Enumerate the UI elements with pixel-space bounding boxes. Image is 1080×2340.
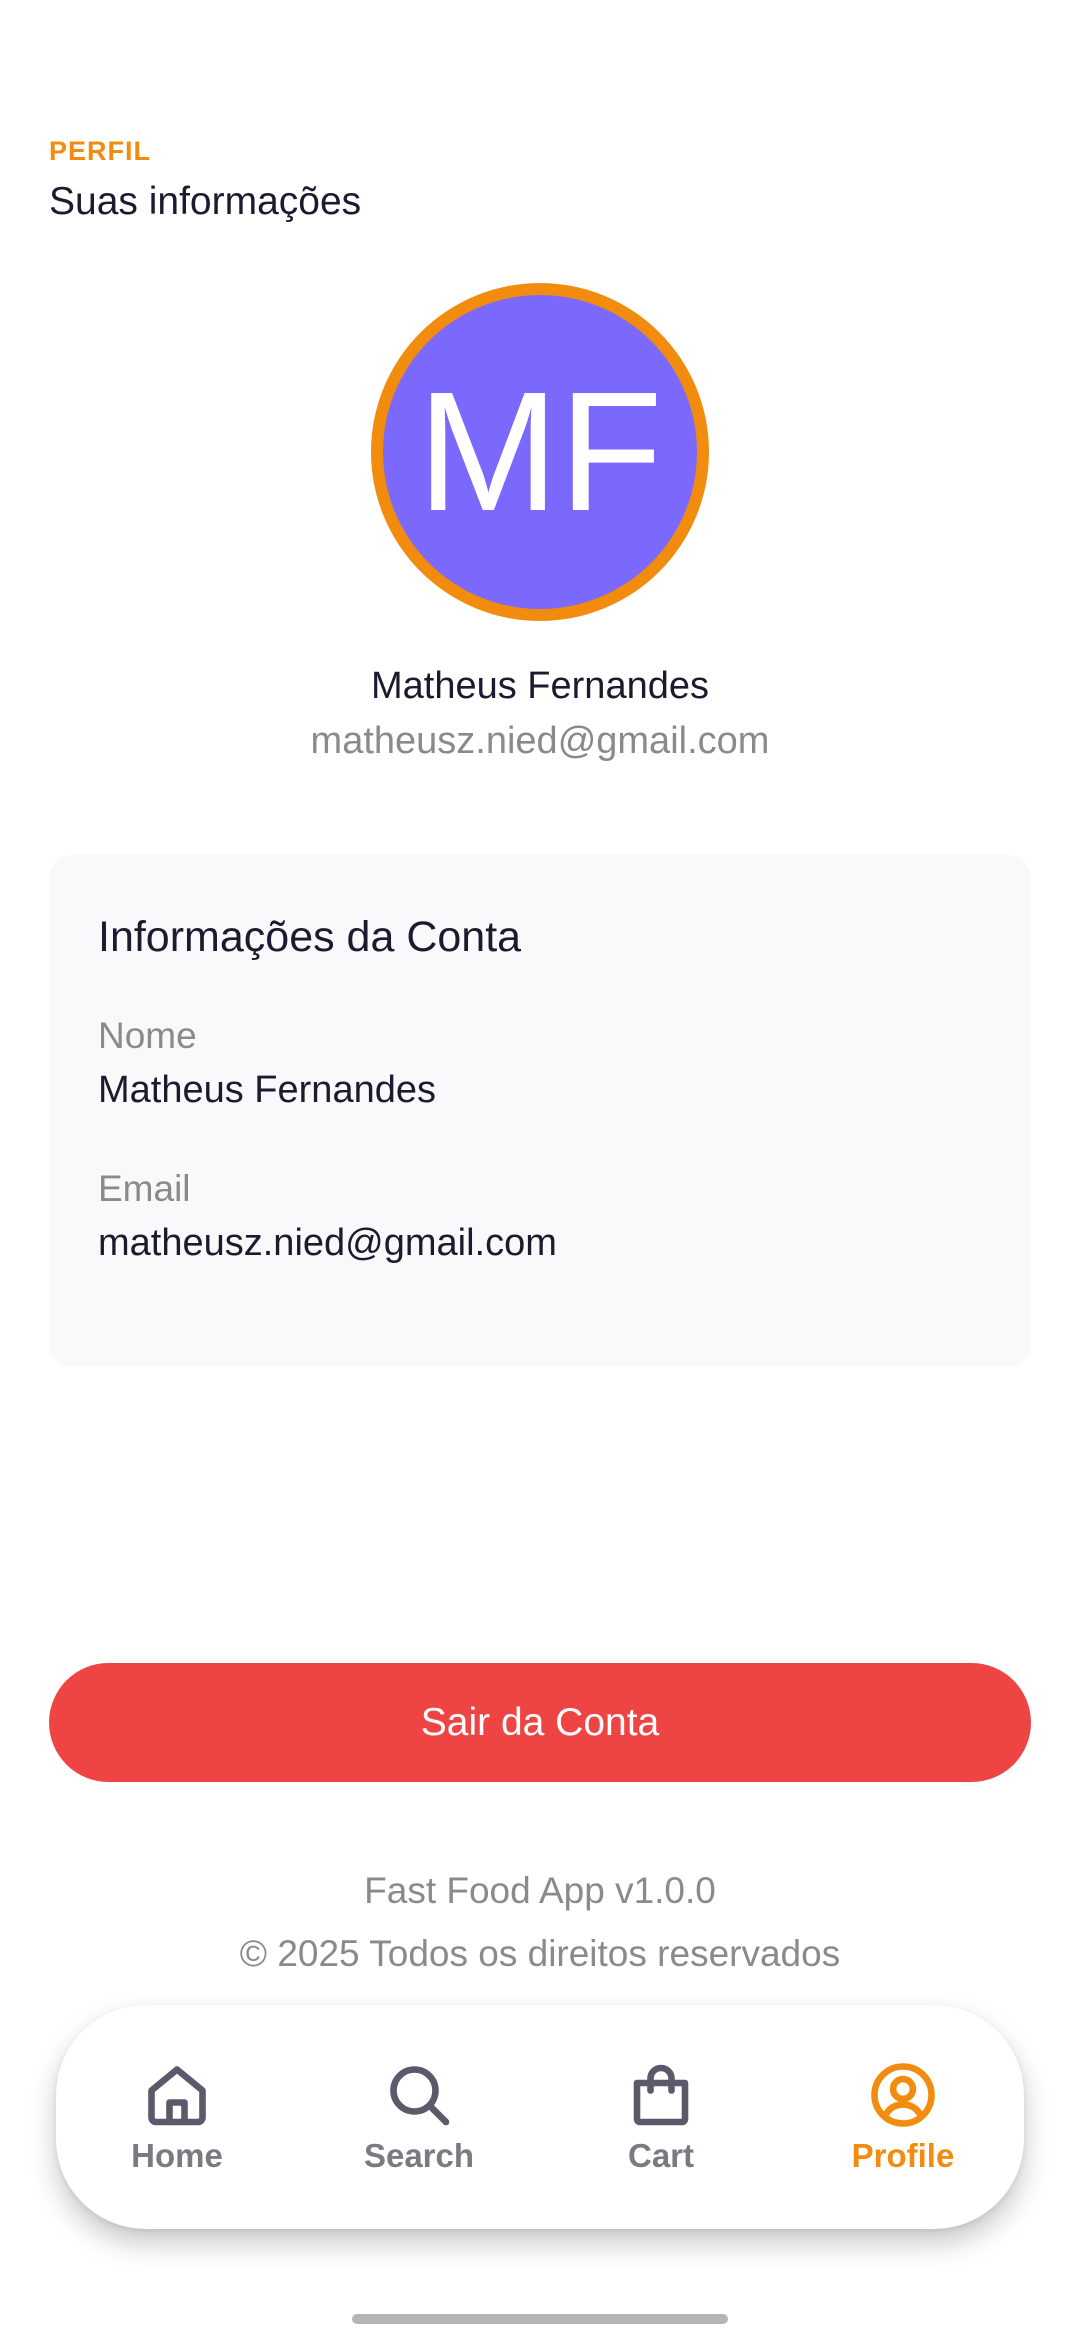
user-name: Matheus Fernandes (371, 665, 709, 707)
user-email: matheusz.nied@gmail.com (310, 720, 770, 762)
nav-label-profile: Profile (851, 2137, 955, 2174)
home-icon (148, 2066, 206, 2126)
search-icon (390, 2066, 450, 2126)
account-info-card: Informações da Conta Nome Matheus Fernan… (49, 855, 1031, 1367)
card-title: Informações da Conta (98, 913, 522, 961)
name-field-label: Nome (98, 1015, 197, 1056)
nav-item-search[interactable]: Search (319, 2059, 519, 2175)
logout-button[interactable]: Sair da Conta (49, 1663, 1031, 1782)
nav-label-home: Home (131, 2137, 223, 2174)
avatar: MF (383, 295, 697, 609)
nav-label-cart: Cart (627, 2137, 695, 2174)
bottom-navigation: Home Search Cart Profile (56, 2005, 1024, 2229)
shopping-bag-icon (633, 2064, 689, 2126)
email-field-value: matheusz.nied@gmail.com (98, 1222, 557, 1264)
avatar-initials: MF (417, 357, 663, 547)
nav-label-search: Search (363, 2137, 475, 2174)
section-label: PERFIL (49, 136, 152, 166)
nav-item-profile[interactable]: Profile (803, 2059, 1003, 2175)
nav-item-home[interactable]: Home (77, 2059, 277, 2175)
email-field-label: Email (98, 1168, 191, 1209)
page-title: Suas informações (49, 180, 362, 223)
user-circle-icon (871, 2063, 935, 2127)
home-indicator[interactable] (352, 2314, 728, 2324)
name-field-value: Matheus Fernandes (98, 1069, 436, 1111)
app-version: Fast Food App v1.0.0 (364, 1870, 716, 1911)
copyright-text: © 2025 Todos os direitos reservados (239, 1933, 841, 1974)
profile-screen: PERFIL Suas informações MF Matheus Ferna… (0, 0, 1080, 2340)
nav-item-cart[interactable]: Cart (561, 2059, 761, 2175)
avatar-ring: MF (371, 283, 709, 621)
